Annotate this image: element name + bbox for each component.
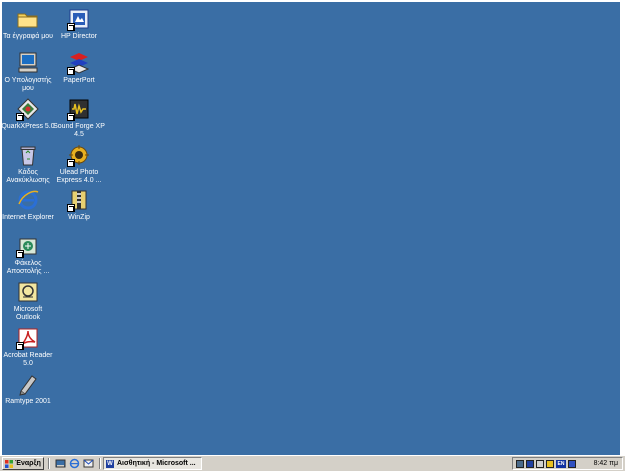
shortcut-arrow-icon: [67, 67, 75, 75]
desktop-icon-winzip[interactable]: WinZip: [52, 188, 106, 222]
icon-label: Acrobat Reader 5.0: [3, 352, 53, 367]
outlook-icon: [16, 280, 40, 304]
show-desktop-icon[interactable]: [55, 458, 66, 469]
recycle-bin-icon: [16, 143, 40, 167]
desktop-icon-outbox-folder[interactable]: Φάκελος Αποστολής ...: [1, 234, 55, 276]
task-label: Αισθητική - Microsoft ...: [117, 460, 196, 467]
network-icon[interactable]: [516, 460, 524, 468]
icon-label: Τα έγγραφά μου: [3, 33, 53, 40]
shortcut-arrow-icon: [67, 23, 75, 31]
language-icon[interactable]: EN: [556, 460, 566, 468]
antivirus-icon[interactable]: [568, 460, 576, 468]
shortcut-arrow-icon: [16, 342, 24, 350]
computer-icon: [16, 51, 40, 75]
desktop-icon-paperport[interactable]: PaperPort: [52, 51, 106, 85]
desktop-icon-ulead-photo-express[interactable]: Ulead Photo Express 4.0 ...: [52, 143, 106, 185]
icon-label: Ramtype 2001: [5, 398, 51, 405]
acrobat-reader-icon: [16, 326, 40, 350]
desktop-icon-hp-director[interactable]: HP Director: [52, 7, 106, 41]
sound-forge-icon: [67, 97, 91, 121]
desktop-icon-acrobat-reader[interactable]: Acrobat Reader 5.0: [1, 326, 55, 368]
desktop-icon-my-documents[interactable]: Τα έγγραφά μου: [1, 7, 55, 41]
clock: 8:42 πμ: [593, 460, 618, 467]
mixer-icon[interactable]: [526, 460, 534, 468]
desktop-icon-recycle-bin[interactable]: Κάδος Ανακύκλωσης: [1, 143, 55, 185]
icon-label: Sound Forge XP 4.5: [53, 123, 105, 138]
folder-icon: [16, 7, 40, 31]
icon-label: Φάκελος Αποστολής ...: [6, 260, 50, 275]
internet-explorer-icon: [16, 188, 40, 212]
taskbar-task-word[interactable]: W Αισθητική - Microsoft ...: [103, 457, 202, 470]
desktop-icon-quarkxpress[interactable]: QuarkXPress 5.0: [1, 97, 55, 131]
desktop-icon-microsoft-outlook[interactable]: Microsoft Outlook: [1, 280, 55, 322]
icon-label: WinZip: [68, 214, 90, 221]
outlook-express-icon[interactable]: [83, 458, 94, 469]
taskbar-separator: [48, 458, 50, 469]
shortcut-arrow-icon: [67, 159, 75, 167]
speaker-icon[interactable]: [536, 460, 544, 468]
icon-label: Ο Υπολογιστής μου: [4, 77, 52, 92]
system-tray: EN 8:42 πμ: [512, 457, 623, 470]
taskbar: Έναρξη W Αισθητική - Microsoft ... EN 8:…: [0, 455, 625, 471]
start-label: Έναρξη: [15, 460, 41, 467]
desktop[interactable]: Τα έγγραφά μου Ο Υπολογιστής μου QuarkXP…: [1, 2, 620, 455]
desktop-icon-internet-explorer[interactable]: Internet Explorer: [1, 188, 55, 222]
taskbar-separator: [99, 458, 101, 469]
desktop-icon-my-computer[interactable]: Ο Υπολογιστής μου: [1, 51, 55, 93]
start-button[interactable]: Έναρξη: [2, 457, 44, 470]
display-icon[interactable]: [546, 460, 554, 468]
paperport-icon: [67, 51, 91, 75]
desktop-icon-ramtype[interactable]: Ramtype 2001: [1, 372, 55, 406]
winzip-icon: [67, 188, 91, 212]
quarkxpress-icon: [16, 97, 40, 121]
desktop-icon-sound-forge[interactable]: Sound Forge XP 4.5: [52, 97, 106, 139]
shortcut-arrow-icon: [16, 113, 24, 121]
internet-explorer-icon[interactable]: [69, 458, 80, 469]
icon-label: Internet Explorer: [2, 214, 54, 221]
ramtype-pen-icon: [16, 372, 40, 396]
icon-label: HP Director: [60, 33, 98, 40]
ulead-photo-express-icon: [67, 143, 91, 167]
outbox-folder-icon: [16, 234, 40, 258]
word-document-icon: W: [106, 460, 114, 468]
hp-director-icon: [67, 7, 91, 31]
icon-label: Ulead Photo Express 4.0 ...: [56, 169, 102, 184]
icon-label: Κάδος Ανακύκλωσης: [6, 169, 50, 184]
shortcut-arrow-icon: [67, 204, 75, 212]
icon-label: PaperPort: [63, 77, 95, 84]
shortcut-arrow-icon: [67, 113, 75, 121]
icon-label: QuarkXPress 5.0: [1, 123, 55, 130]
icon-label: Microsoft Outlook: [13, 306, 43, 321]
windows-logo-icon: [5, 460, 13, 468]
shortcut-arrow-icon: [16, 250, 24, 258]
